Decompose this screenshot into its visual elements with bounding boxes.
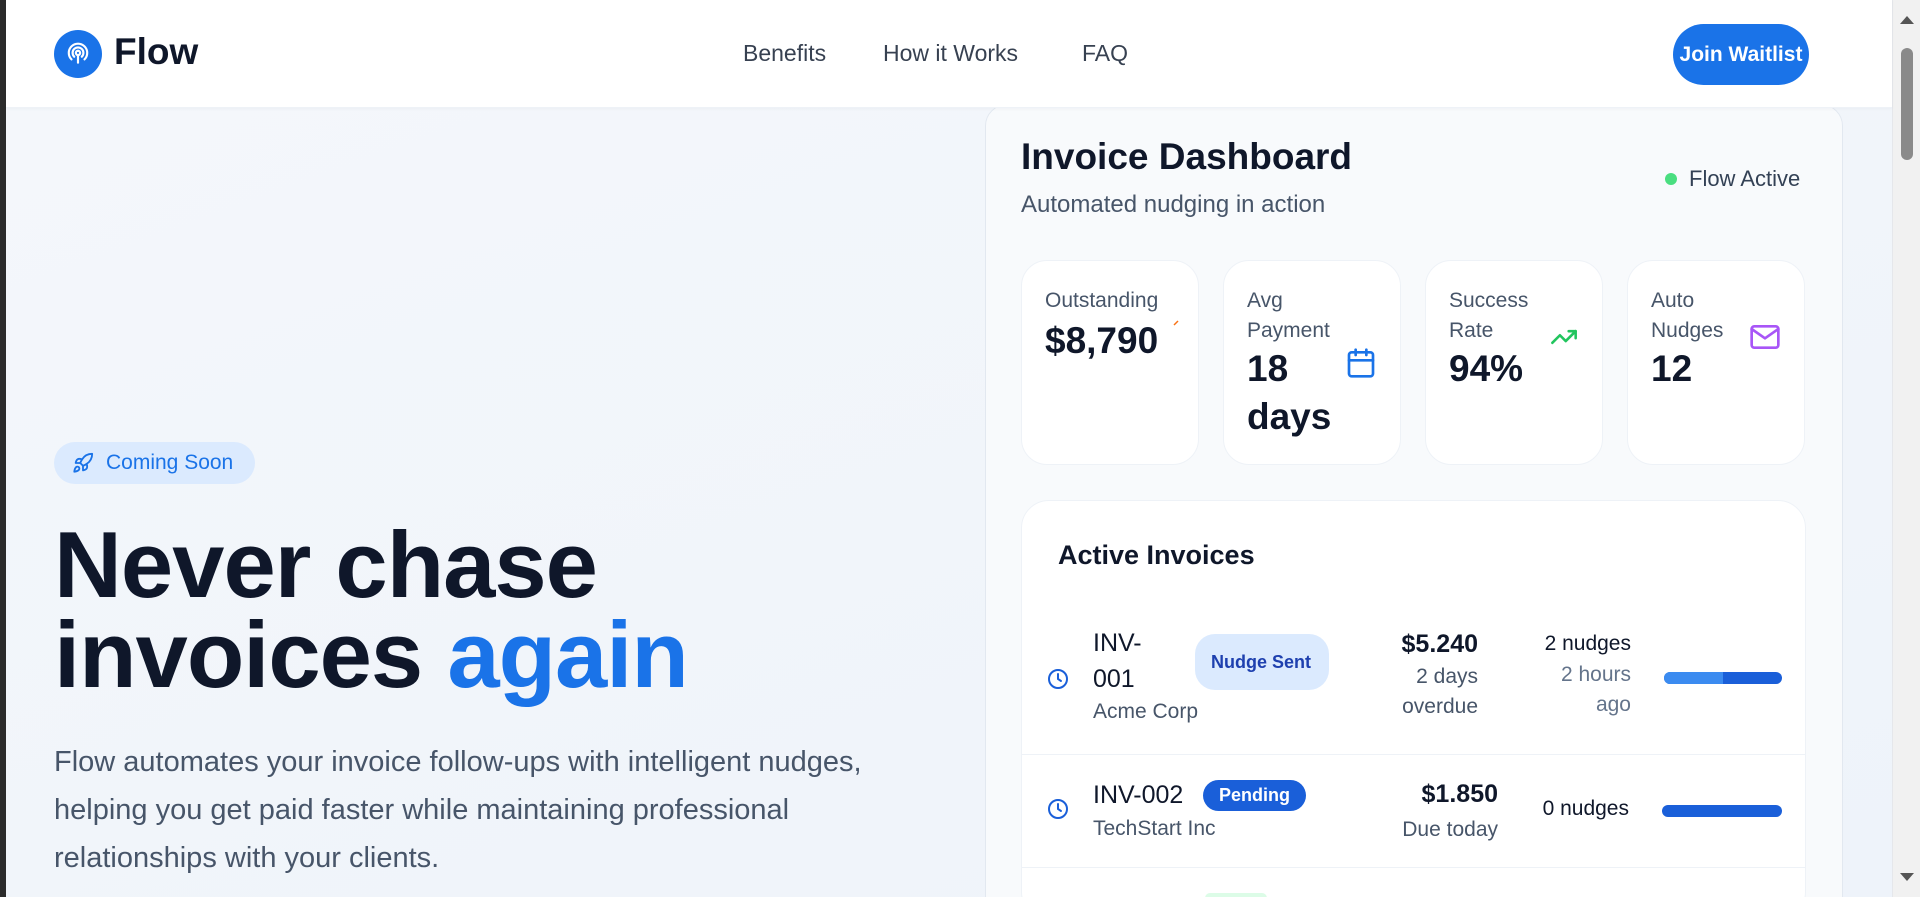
- hero-description: Flow automates your invoice follow-ups w…: [54, 746, 862, 874]
- headline-accent: again: [447, 602, 689, 707]
- rocket-icon: [73, 452, 94, 473]
- status-badge: Nudge Sent: [1195, 634, 1329, 690]
- stat-value: 12: [1651, 348, 1693, 389]
- join-waitlist-button[interactable]: Join Waitlist: [1673, 24, 1809, 85]
- invoice-client: Acme Corp: [1093, 700, 1199, 723]
- stat-card-avg-payment: Avg Payment 18 days: [1223, 260, 1401, 465]
- stat-label: Avg Payment: [1247, 289, 1330, 342]
- invoice-amount: $5.240: [1401, 630, 1478, 658]
- clock-icon: [1048, 669, 1068, 689]
- invoice-id: INV-002: [1093, 781, 1184, 809]
- coming-soon-badge: Coming Soon: [54, 442, 256, 484]
- progress-fill: [1664, 672, 1723, 684]
- trending-up-icon: [1551, 329, 1577, 345]
- stat-card-outstanding: Outstanding $8,790: [1021, 260, 1199, 465]
- page-scrollbar[interactable]: [1892, 0, 1920, 897]
- stat-card-success-rate: Success Rate 94%: [1425, 260, 1603, 465]
- dashboard-subtitle: Automated nudging in action: [1021, 191, 1326, 218]
- brand-name[interactable]: Flow: [114, 31, 198, 73]
- invoice-due: 2 days overdue: [1402, 665, 1478, 718]
- nudge-count: 0 nudges: [1542, 797, 1629, 820]
- invoice-row[interactable]: INV-002 Pending TechStart Inc $1.850 Due…: [1021, 755, 1806, 868]
- headline-line-2: invoices: [54, 602, 423, 707]
- flow-status: Flow Active: [1665, 166, 1800, 192]
- invoice-due: Due today: [1402, 818, 1498, 841]
- dashboard-title: Invoice Dashboard: [1021, 136, 1353, 177]
- active-invoices-title: Active Invoices: [1058, 540, 1255, 570]
- status-badge: [1205, 893, 1267, 897]
- invoice-row[interactable]: INV-001 Nudge Sent Acme Corp $5.240 2 da…: [1021, 610, 1806, 755]
- calendar-icon: [1347, 348, 1375, 378]
- stat-value: $8,790: [1045, 320, 1159, 361]
- invoice-amount: $1.850: [1421, 780, 1498, 808]
- status-badge: Pending: [1203, 780, 1306, 811]
- mail-icon: [1750, 325, 1780, 349]
- stat-value: 18 days: [1247, 348, 1332, 437]
- clock-icon: [1048, 799, 1068, 819]
- signal-icon: [67, 42, 89, 64]
- nav-faq[interactable]: FAQ: [1082, 40, 1128, 67]
- scroll-thumb[interactable]: [1901, 48, 1913, 160]
- logo-mark[interactable]: [54, 30, 102, 78]
- invoice-id: INV-001: [1093, 629, 1142, 693]
- coming-soon-label: Coming Soon: [106, 451, 234, 474]
- stat-value: 94%: [1449, 348, 1524, 389]
- nav-how-it-works[interactable]: How it Works: [883, 40, 1018, 67]
- dollar-icon: [1173, 320, 1179, 326]
- nudge-progress-bar: [1664, 672, 1782, 684]
- invoice-client: TechStart Inc: [1093, 817, 1216, 840]
- site-header: Flow Benefits How it Works FAQ Join Wait…: [6, 0, 1892, 108]
- hero-headline: Never chase invoices again: [54, 518, 954, 702]
- scroll-down-icon[interactable]: [1900, 873, 1914, 881]
- nudge-count: 2 nudges: [1544, 632, 1631, 655]
- scroll-up-icon[interactable]: [1900, 16, 1914, 24]
- stat-card-auto-nudges: Auto Nudges 12: [1627, 260, 1805, 465]
- nudge-progress-bar: [1662, 805, 1782, 817]
- stat-label: Outstanding: [1045, 289, 1159, 312]
- status-label: Flow Active: [1689, 166, 1801, 191]
- last-nudge-time: 2 hours ago: [1560, 663, 1631, 716]
- status-dot-icon: [1665, 173, 1677, 185]
- nav-benefits[interactable]: Benefits: [743, 40, 826, 67]
